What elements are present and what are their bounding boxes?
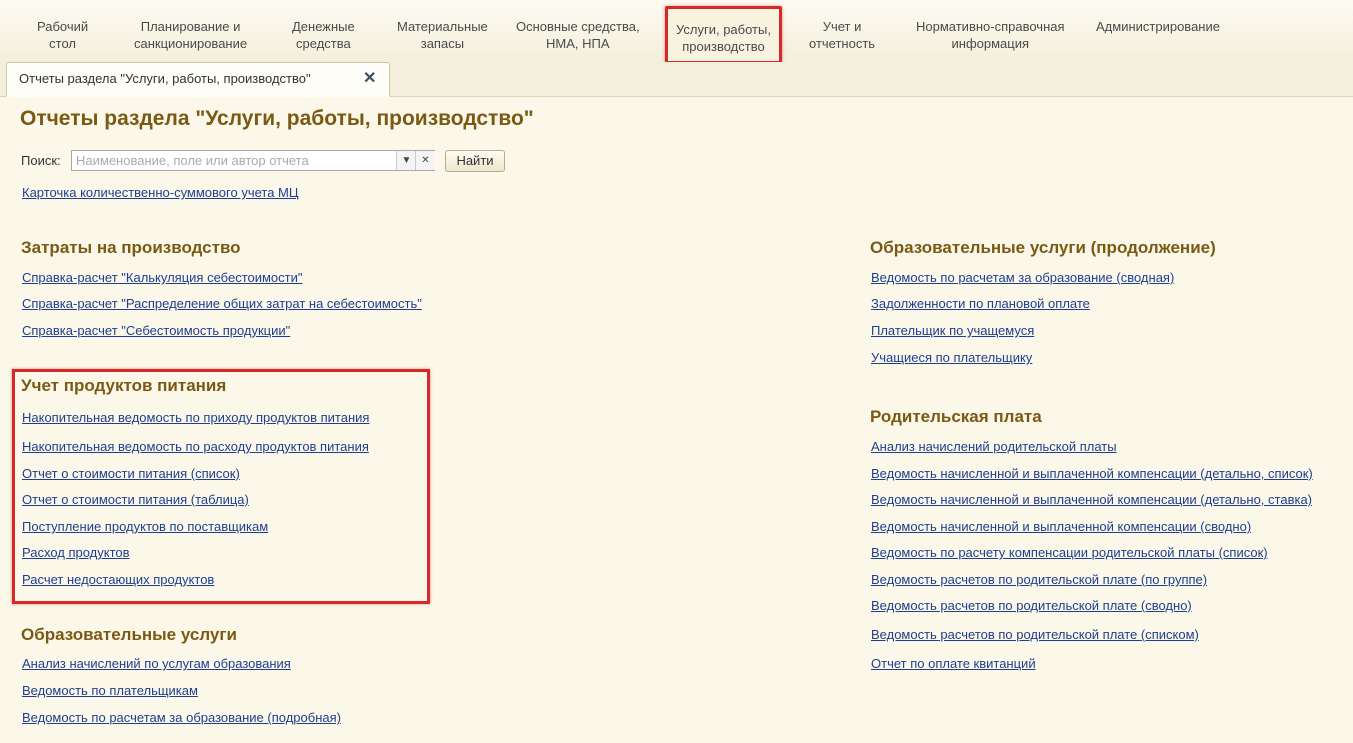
group-title-education-continued: Образовательные услуги (продолжение) — [870, 238, 1216, 257]
nav-item-label-line1: Администрирование — [1096, 19, 1220, 34]
report-link[interactable]: Справка-расчет "Калькуляция себестоимост… — [22, 270, 303, 285]
chevron-down-icon[interactable]: ▼ — [396, 151, 416, 170]
report-link[interactable]: Накопительная ведомость по приходу проду… — [22, 410, 369, 425]
report-link[interactable]: Ведомость расчетов по родительской плате… — [871, 627, 1199, 642]
nav-item-label-line2: стол — [49, 36, 76, 51]
nav-item-reference-info[interactable]: Нормативно-справочная информация — [916, 18, 1065, 52]
group-title-parent-fee: Родительская плата — [870, 407, 1042, 426]
report-link[interactable]: Отчет о стоимости питания (таблица) — [22, 492, 249, 507]
report-link[interactable]: Ведомость начисленной и выплаченной комп… — [871, 492, 1312, 507]
clear-icon[interactable]: ✕ — [415, 151, 435, 170]
search-label: Поиск: — [21, 153, 61, 168]
nav-item-label-line2: санкционирование — [134, 36, 248, 51]
group-title-education: Образовательные услуги — [21, 625, 237, 644]
nav-item-administration[interactable]: Администрирование — [1096, 18, 1220, 35]
search-field: ▼ ✕ — [71, 150, 435, 171]
nav-item-label-line1: Нормативно-справочная — [916, 19, 1065, 34]
section-navigation-bar: Рабочий стол Планирование и санкциониров… — [0, 0, 1353, 64]
nav-item-desktop[interactable]: Рабочий стол — [37, 18, 88, 52]
report-link[interactable]: Ведомость расчетов по родительской плате… — [871, 598, 1192, 613]
report-link[interactable]: Анализ начислений по услугам образования — [22, 656, 291, 671]
report-link[interactable]: Расчет недостающих продуктов — [22, 572, 214, 587]
report-link[interactable]: Задолженности по плановой оплате — [871, 296, 1090, 311]
report-link[interactable]: Расход продуктов — [22, 545, 130, 560]
nav-item-inventory[interactable]: Материальные запасы — [397, 18, 488, 52]
nav-item-services-active[interactable]: Услуги, работы, производство — [665, 6, 782, 64]
nav-item-label-line1: Планирование и — [140, 19, 241, 34]
nav-item-fixed-assets[interactable]: Основные средства, НМА, НПА — [516, 18, 640, 52]
report-link[interactable]: Ведомость по расчетам за образование (св… — [871, 270, 1174, 285]
nav-item-cash[interactable]: Денежные средства — [292, 18, 355, 52]
report-link[interactable]: Справка-расчет "Себестоимость продукции" — [22, 323, 290, 338]
report-link[interactable]: Поступление продуктов по поставщикам — [22, 519, 268, 534]
nav-item-label-line1: Основные средства, — [516, 19, 640, 34]
nav-item-planning[interactable]: Планирование и санкционирование — [134, 18, 247, 52]
report-link[interactable]: Справка-расчет "Распределение общих затр… — [22, 296, 422, 311]
group-title-food: Учет продуктов питания — [21, 376, 227, 395]
nav-item-accounting[interactable]: Учет и отчетность — [809, 18, 875, 52]
nav-item-label-line2: отчетность — [809, 36, 876, 51]
nav-item-label-line1: Рабочий — [37, 19, 89, 34]
nav-item-label-line2: НМА, НПА — [546, 36, 610, 51]
nav-item-label-line2: производство — [682, 39, 765, 54]
report-link[interactable]: Ведомость начисленной и выплаченной комп… — [871, 466, 1313, 481]
nav-item-label-line1: Учет и — [822, 19, 862, 34]
report-link[interactable]: Ведомость по расчету компенсации родител… — [871, 545, 1268, 560]
report-link[interactable]: Анализ начислений родительской платы — [871, 439, 1117, 454]
page-title: Отчеты раздела "Услуги, работы, производ… — [20, 107, 534, 130]
nav-item-label-line2: информация — [951, 36, 1030, 51]
tab-strip: Отчеты раздела "Услуги, работы, производ… — [0, 62, 1353, 97]
group-title-costs: Затраты на производство — [21, 238, 241, 257]
report-link[interactable]: Учащиеся по плательщику — [871, 350, 1032, 365]
find-button[interactable]: Найти — [445, 150, 505, 172]
close-icon[interactable]: ✕ — [363, 68, 376, 88]
report-link[interactable]: Ведомость начисленной и выплаченной комп… — [871, 519, 1251, 534]
highlight-frame — [12, 369, 430, 604]
nav-item-label-line1: Материальные — [397, 19, 488, 34]
tab-reports[interactable]: Отчеты раздела "Услуги, работы, производ… — [6, 62, 390, 97]
nav-item-label-line1: Денежные — [292, 19, 355, 34]
report-link-mc-card[interactable]: Карточка количественно-суммового учета М… — [22, 185, 299, 200]
tab-label: Отчеты раздела "Услуги, работы, производ… — [19, 71, 311, 86]
report-link[interactable]: Ведомость по плательщикам — [22, 683, 198, 698]
nav-item-label-line2: запасы — [420, 36, 465, 51]
report-link[interactable]: Ведомость по расчетам за образование (по… — [22, 710, 341, 725]
report-link[interactable]: Плательщик по учащемуся — [871, 323, 1034, 338]
nav-item-label-line1: Услуги, работы, — [676, 22, 771, 37]
report-link[interactable]: Отчет о стоимости питания (список) — [22, 466, 240, 481]
report-link[interactable]: Накопительная ведомость по расходу проду… — [22, 439, 369, 454]
nav-item-label-line2: средства — [296, 36, 351, 51]
report-link[interactable]: Отчет по оплате квитанций — [871, 656, 1036, 671]
report-link[interactable]: Ведомость расчетов по родительской плате… — [871, 572, 1207, 587]
search-input[interactable] — [72, 151, 394, 170]
